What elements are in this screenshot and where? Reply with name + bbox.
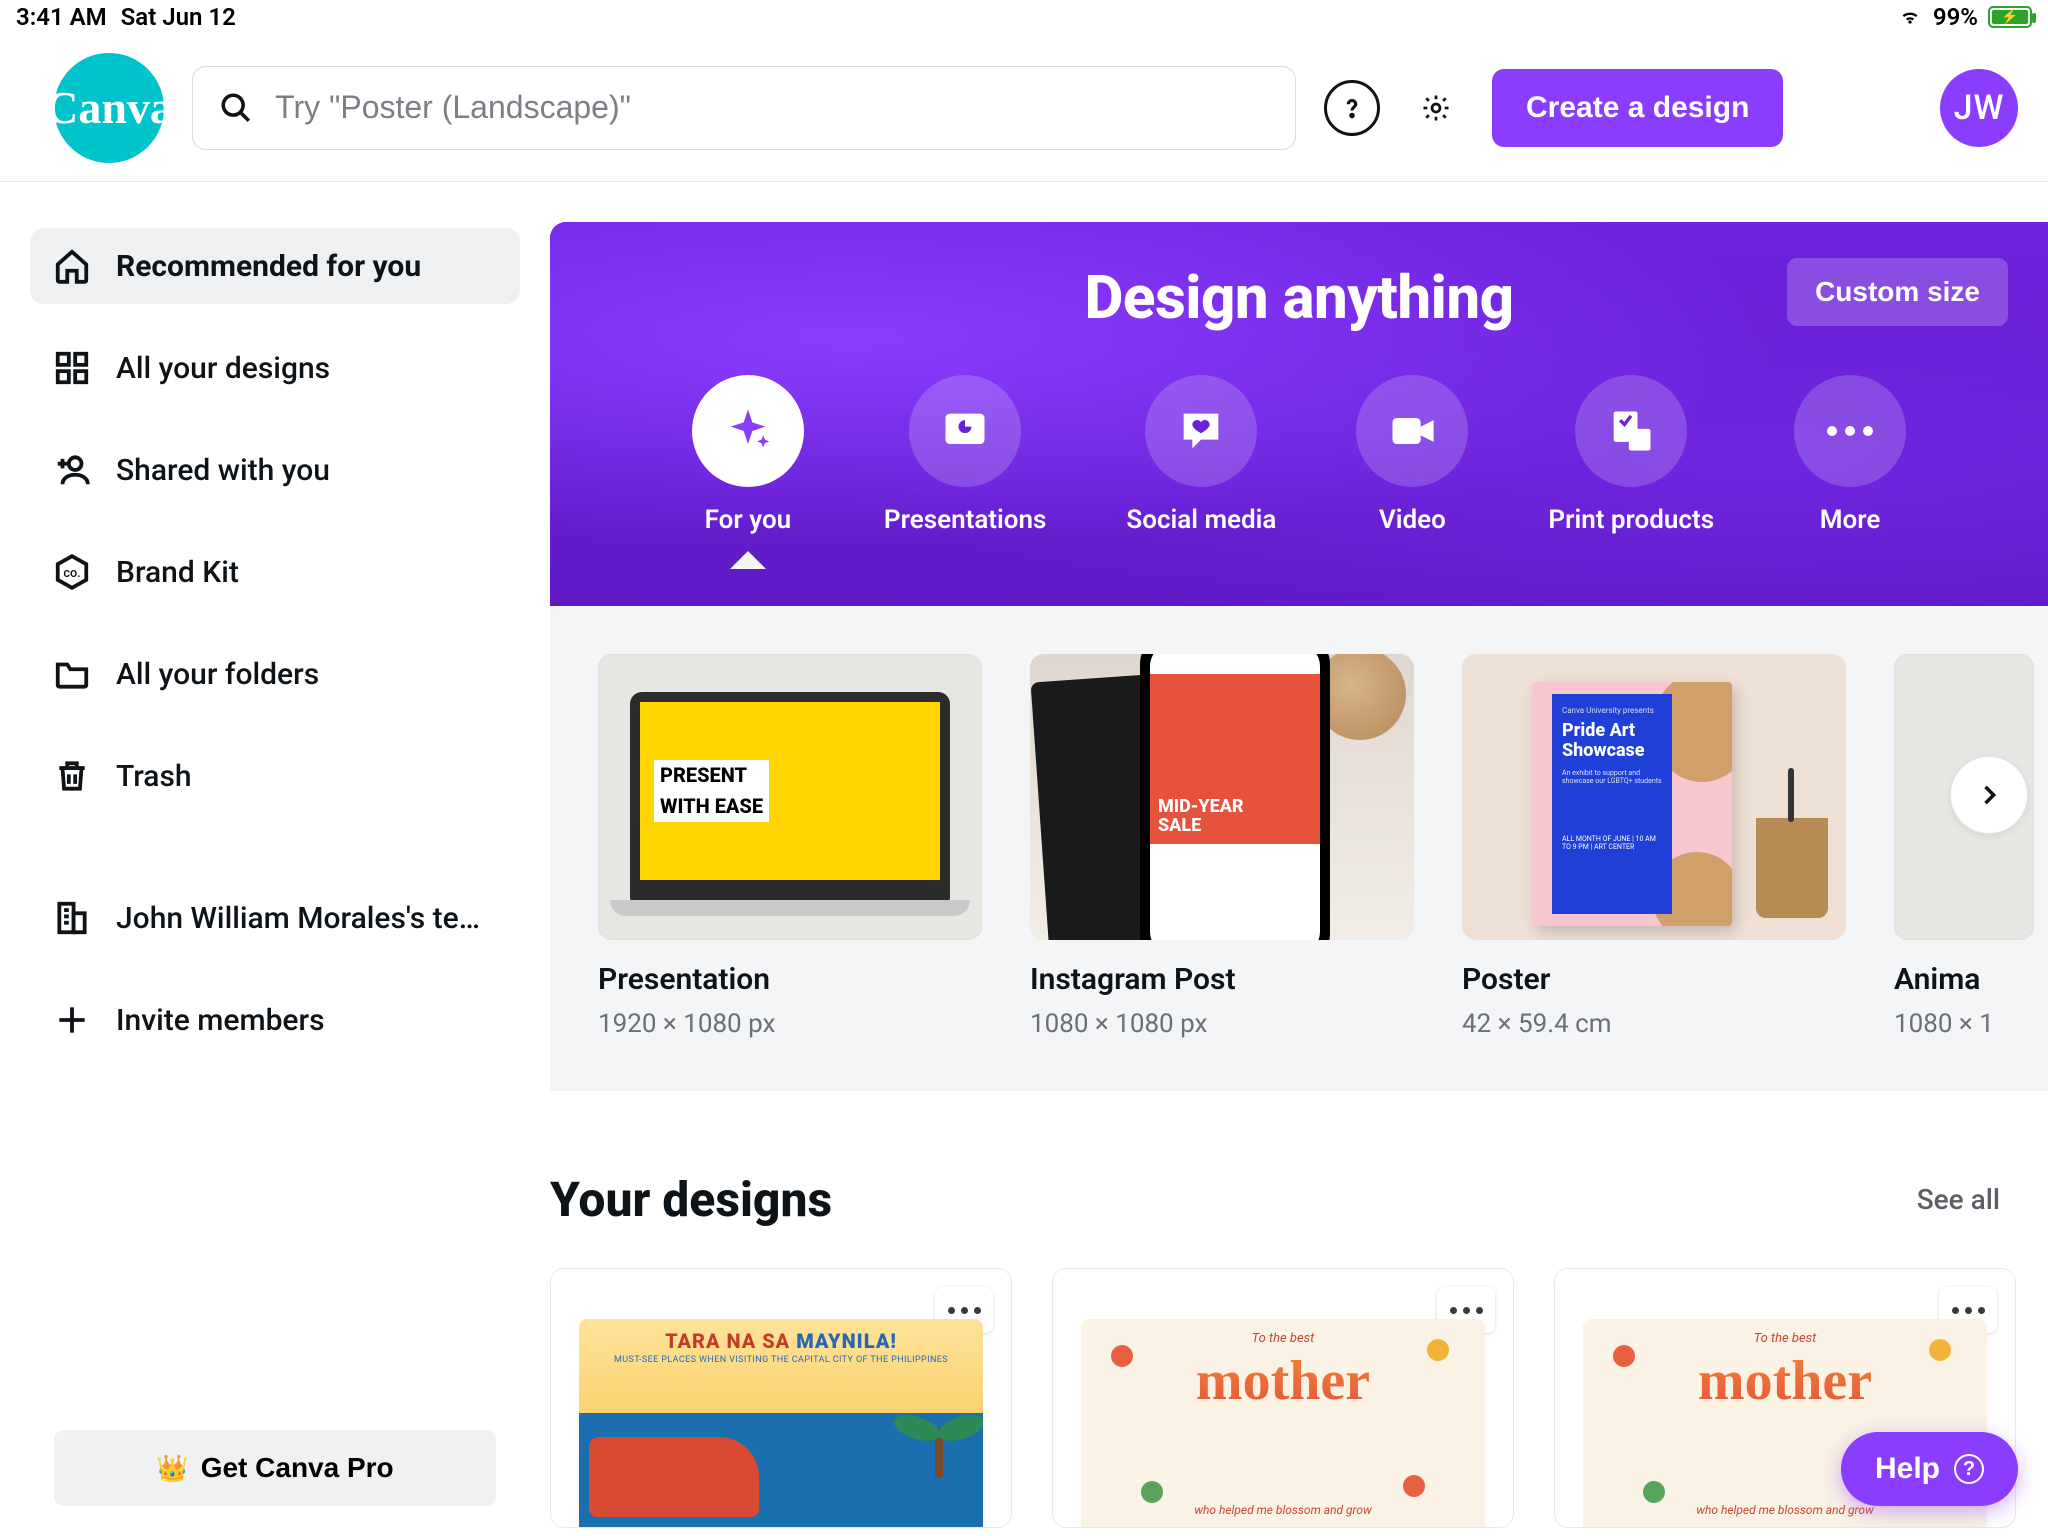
get-pro-button[interactable]: 👑 Get Canva Pro <box>54 1430 496 1506</box>
sidebar-item-shared[interactable]: Shared with you <box>30 432 520 508</box>
hero-tab-video[interactable]: Video <box>1356 375 1468 535</box>
hero-tab-label: More <box>1820 505 1881 535</box>
your-designs-row: TARA NA SA MAYNILA! MUST-SEE PLACES WHEN… <box>550 1268 2048 1528</box>
get-pro-label: Get Canva Pro <box>201 1452 394 1484</box>
question-icon <box>1337 93 1367 123</box>
main-content: Custom size Design anything For you Pres… <box>550 182 2048 1536</box>
search-icon <box>219 90 253 126</box>
hero-tab-presentations[interactable]: Presentations <box>884 375 1046 535</box>
plus-icon <box>52 1000 92 1040</box>
hero-tab-label: Social media <box>1126 505 1276 535</box>
template-thumbnail: MID-YEARSALE <box>1030 654 1414 940</box>
grid-icon <box>52 348 92 388</box>
help-bubble-button[interactable]: Help ? <box>1841 1432 2018 1506</box>
hero-tab-label: Video <box>1379 505 1446 535</box>
sidebar-item-brand-kit[interactable]: co. Brand Kit <box>30 534 520 610</box>
sidebar-item-label: All your designs <box>116 351 330 386</box>
co-badge-icon: co. <box>52 552 92 592</box>
design-card[interactable]: To the best mother who helped me blossom… <box>1052 1268 1514 1528</box>
svg-text:co.: co. <box>63 566 80 581</box>
sidebar-item-recommended[interactable]: Recommended for you <box>30 228 520 304</box>
template-dimensions: 1080 × 1 <box>1894 1009 2034 1039</box>
help-label: Help <box>1875 1452 1940 1486</box>
battery-percent: 99% <box>1933 3 1978 31</box>
hero-tab-label: Presentations <box>884 505 1046 535</box>
template-card-poster[interactable]: Canva University presents Pride ArtShowc… <box>1462 654 1846 1039</box>
battery-icon: ⚡ <box>1988 6 2032 28</box>
hero-tab-for-you[interactable]: For you <box>692 375 804 535</box>
video-icon <box>1386 405 1438 457</box>
sidebar-item-all-designs[interactable]: All your designs <box>30 330 520 406</box>
status-time: 3:41 AM <box>16 3 107 31</box>
template-dimensions: 1080 × 1080 px <box>1030 1009 1414 1039</box>
hero-banner: Custom size Design anything For you Pres… <box>550 222 2048 606</box>
settings-button[interactable] <box>1408 80 1464 136</box>
search-input[interactable] <box>275 89 1269 126</box>
custom-size-button[interactable]: Custom size <box>1787 258 2008 326</box>
sidebar-item-label: John William Morales's tea… <box>116 901 486 936</box>
your-designs-heading: Your designs <box>550 1171 832 1228</box>
your-designs-header: Your designs See all <box>550 1091 2048 1268</box>
template-card-instagram[interactable]: MID-YEARSALE Instagram Post 1080 × 1080 … <box>1030 654 1414 1039</box>
wifi-icon <box>1897 7 1923 27</box>
search-field[interactable] <box>192 66 1296 150</box>
sidebar-item-team[interactable]: John William Morales's tea… <box>30 880 520 956</box>
hero-tab-more[interactable]: More <box>1794 375 1906 535</box>
sidebar-item-label: Recommended for you <box>116 249 421 284</box>
template-thumbnail: Canva University presents Pride ArtShowc… <box>1462 654 1846 940</box>
template-dimensions: 1920 × 1080 px <box>598 1009 982 1039</box>
presentation-icon <box>939 405 991 457</box>
hero-tab-social[interactable]: Social media <box>1126 375 1276 535</box>
create-design-button[interactable]: Create a design <box>1492 69 1783 147</box>
sidebar-item-label: All your folders <box>116 657 319 692</box>
sidebar-item-trash[interactable]: Trash <box>30 738 520 814</box>
help-center-button[interactable] <box>1324 80 1380 136</box>
status-date: Sat Jun 12 <box>121 3 236 31</box>
template-thumbnail: PRESENT WITH EASE <box>598 654 982 940</box>
sidebar-item-label: Trash <box>116 759 192 794</box>
see-all-link[interactable]: See all <box>1917 1183 2000 1216</box>
sidebar-item-label: Shared with you <box>116 453 330 488</box>
device-status-bar: 3:41 AM Sat Jun 12 99% ⚡ <box>0 0 2048 34</box>
sidebar-item-invite[interactable]: Invite members <box>30 982 520 1058</box>
sparkle-icon <box>722 405 774 457</box>
sidebar: Recommended for you All your designs Sha… <box>0 182 550 1536</box>
chevron-right-icon <box>1975 781 2003 809</box>
template-card-animated[interactable]: Anima 1080 × 1 <box>1894 654 2034 1039</box>
canva-logo[interactable]: Canva <box>54 53 164 163</box>
trash-icon <box>52 756 92 796</box>
sidebar-item-label: Invite members <box>116 1003 325 1038</box>
template-dimensions: 42 × 59.4 cm <box>1462 1009 1846 1039</box>
app-header: Canva Create a design JW <box>0 34 2048 182</box>
template-card-presentation[interactable]: PRESENT WITH EASE Presentation 1920 × 10… <box>598 654 982 1039</box>
gear-icon <box>1421 93 1451 123</box>
user-avatar[interactable]: JW <box>1940 69 2018 147</box>
template-title: Presentation <box>598 962 982 997</box>
folder-icon <box>52 654 92 694</box>
hero-tab-print[interactable]: Print products <box>1548 375 1714 535</box>
template-title: Anima <box>1894 962 2034 997</box>
heart-bubble-icon <box>1175 405 1227 457</box>
sidebar-item-folders[interactable]: All your folders <box>30 636 520 712</box>
people-plus-icon <box>52 450 92 490</box>
scroll-next-button[interactable] <box>1950 756 2028 834</box>
sidebar-item-label: Brand Kit <box>116 555 239 590</box>
template-title: Instagram Post <box>1030 962 1414 997</box>
hero-tab-label: Print products <box>1548 505 1714 535</box>
question-mark-icon: ? <box>1954 1454 1984 1484</box>
template-title: Poster <box>1462 962 1846 997</box>
template-strip: PRESENT WITH EASE Presentation 1920 × 10… <box>550 606 2048 1091</box>
more-icon <box>1827 426 1873 436</box>
hero-category-tabs: For you Presentations Social media Video <box>590 375 2008 535</box>
print-icon <box>1605 405 1657 457</box>
hero-tab-label: For you <box>705 505 792 535</box>
crown-icon: 👑 <box>156 1453 188 1484</box>
design-card[interactable]: TARA NA SA MAYNILA! MUST-SEE PLACES WHEN… <box>550 1268 1012 1528</box>
home-icon <box>52 246 92 286</box>
building-icon <box>52 898 92 938</box>
